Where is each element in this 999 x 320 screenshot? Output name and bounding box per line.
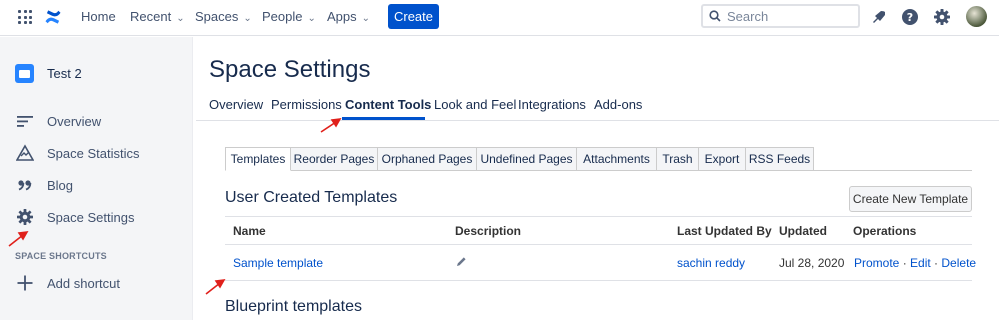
arrowhead-content-tools xyxy=(330,118,342,128)
annotation-arrows xyxy=(8,118,342,295)
